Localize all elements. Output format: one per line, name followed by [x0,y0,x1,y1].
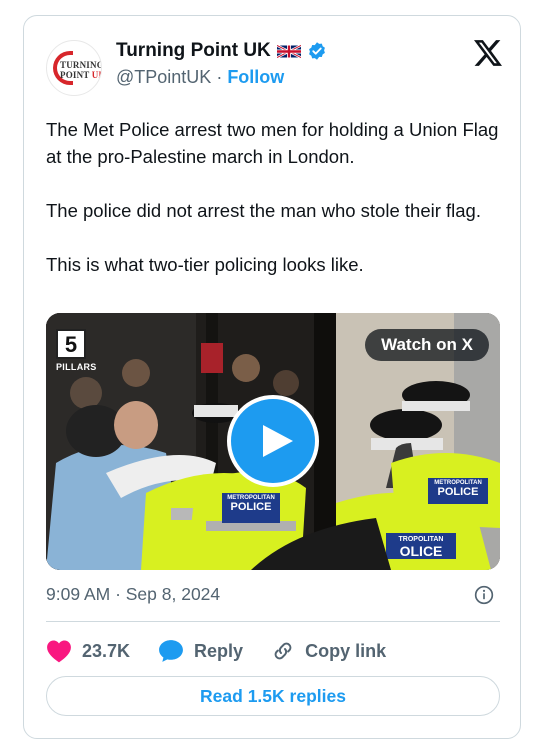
x-logo-icon[interactable] [474,40,502,66]
watermark-text: PILLARS [56,362,97,372]
avatar-text-line1: TURNING [60,60,102,70]
tweet-card[interactable]: TURNING POINT UK Turning Point UK @TPoin… [23,15,521,739]
avatar-text-point: POINT [60,70,90,80]
read-replies-button[interactable]: Read 1.5K replies [46,676,500,716]
follow-link[interactable]: Follow [227,67,284,88]
tweet-header: TURNING POINT UK Turning Point UK @TPoin… [46,38,502,96]
divider [46,621,500,622]
tweet-paragraph-2: The police did not arrest the man who st… [46,200,481,221]
avatar[interactable]: TURNING POINT UK [46,40,102,96]
five-pillars-watermark: 5 PILLARS [56,329,100,373]
heart-icon [47,640,71,663]
reply-bubble-icon [159,640,183,662]
link-icon [274,642,292,660]
watch-on-x-button[interactable]: Watch on X [365,329,489,361]
avatar-text-uk: UK [91,70,101,80]
tweet-paragraph-3: This is what two-tier policing looks lik… [46,254,364,275]
play-icon [263,425,293,457]
vest-label-front-top: TROPOLITAN [398,536,444,543]
handle-row: @TPointUK · Follow [116,67,284,88]
watermark-number: 5 [56,329,86,359]
tweet-text: The Met Police arrest two men for holdin… [46,116,506,278]
tweet-paragraph-1: The Met Police arrest two men for holdin… [46,119,499,167]
name-row: Turning Point UK [116,38,327,64]
copy-link-button[interactable]: Copy link [271,639,386,663]
handle[interactable]: @TPointUK [116,67,211,88]
like-count: 23.7K [82,640,131,661]
verified-badge-icon [308,42,325,60]
play-button[interactable] [227,395,319,487]
vest-label-front: TROPOLITAN OLICE [386,536,456,559]
reply-label: Reply [194,640,244,661]
vest-label-center: METROPOLITAN POLICE [222,495,280,513]
uk-flag-icon [276,43,301,59]
reply-button[interactable]: Reply [158,639,243,663]
info-icon[interactable] [474,585,494,605]
display-name[interactable]: Turning Point UK [116,40,271,62]
copy-link-label: Copy link [305,640,387,661]
video-thumbnail[interactable]: METROPOLITAN POLICE METROPOLITAN POLICE … [46,313,500,570]
separator-dot: · [216,67,223,87]
vest-label-right: METROPOLITAN POLICE [428,480,488,498]
like-button[interactable]: 23.7K [46,639,130,663]
tweet-timestamp[interactable]: 9:09 AM · Sep 8, 2024 [46,584,220,605]
vest-label-center-bottom: POLICE [230,501,272,513]
vest-label-front-bottom: OLICE [399,543,443,559]
action-bar: 23.7K Reply Copy link [46,636,500,666]
avatar-text-line2: POINT UK [60,70,101,80]
vest-label-right-bottom: POLICE [437,486,479,498]
